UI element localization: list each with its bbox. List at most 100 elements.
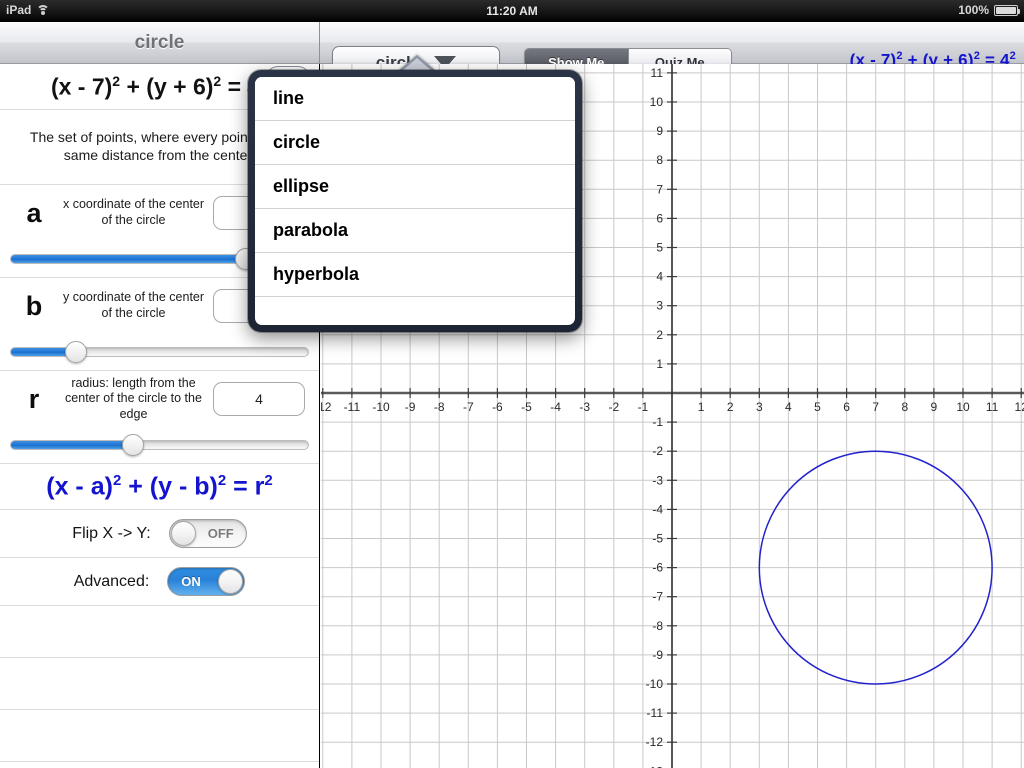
svg-text:-5: -5 (652, 532, 663, 546)
svg-text:-4: -4 (550, 400, 561, 414)
svg-text:-3: -3 (579, 400, 590, 414)
svg-text:-7: -7 (463, 400, 474, 414)
battery-icon (994, 4, 1020, 16)
svg-text:-10: -10 (646, 677, 664, 691)
battery-percent-label: 100% (958, 3, 989, 17)
svg-text:-9: -9 (405, 400, 416, 414)
svg-text:3: 3 (756, 400, 763, 414)
svg-text:-11: -11 (344, 400, 361, 414)
parameter-b-slider[interactable] (0, 334, 319, 370)
svg-text:-5: -5 (521, 400, 532, 414)
svg-text:-13: -13 (646, 764, 664, 768)
panel-equation-part2: + (y + 6) (120, 73, 214, 100)
svg-text:9: 9 (656, 124, 663, 138)
parameter-r-slider-knob[interactable] (121, 434, 144, 456)
parameter-r-letter: r (28, 383, 40, 414)
flip-xy-toggle-thumb (170, 521, 196, 546)
parameter-r-header: r radius: length from the center of the … (0, 371, 319, 427)
svg-text:-12: -12 (646, 735, 664, 749)
parameter-b-description: y coordinate of the center of the circle (62, 290, 205, 320)
shape-option-parabola[interactable]: parabola (255, 209, 575, 253)
general-formula-part3: = r (226, 472, 265, 501)
advanced-toggle-thumb (218, 569, 244, 594)
svg-text:-6: -6 (492, 400, 503, 414)
svg-text:2: 2 (727, 400, 734, 414)
svg-text:-8: -8 (652, 619, 663, 633)
panel-empty-row-1 (0, 606, 319, 658)
svg-text:-10: -10 (372, 400, 390, 414)
parameter-a-slider-fill (11, 255, 246, 263)
svg-text:-1: -1 (652, 415, 663, 429)
svg-text:-3: -3 (652, 473, 663, 487)
parameter-r-description: radius: length from the center of the ci… (65, 375, 202, 421)
svg-text:4: 4 (656, 270, 663, 284)
shape-option-ellipse[interactable]: ellipse (255, 165, 575, 209)
status-bar-right: 100% (958, 3, 1020, 17)
advanced-row: Advanced: ON (0, 558, 319, 606)
general-formula-row: (x - a)2 + (y - b)2 = r2 (0, 464, 319, 510)
svg-text:11: 11 (986, 400, 999, 414)
app-root: iPad 11:20 AM 100% circle circle Show Me… (0, 0, 1024, 768)
svg-text:10: 10 (956, 400, 970, 414)
parameter-b-letter: b (25, 290, 43, 321)
svg-text:1: 1 (656, 357, 663, 371)
svg-text:2: 2 (656, 328, 663, 342)
svg-text:4: 4 (785, 400, 792, 414)
parameter-r-slider[interactable] (0, 427, 319, 463)
general-formula: (x - a)2 + (y - b)2 = r2 (46, 471, 273, 501)
parameter-b-slider-knob[interactable] (65, 341, 88, 363)
flip-xy-label: Flip X -> Y: (72, 524, 151, 542)
svg-text:9: 9 (931, 400, 938, 414)
svg-text:11: 11 (651, 66, 664, 80)
shape-option-circle[interactable]: circle (255, 121, 575, 165)
svg-text:6: 6 (656, 211, 663, 225)
svg-text:8: 8 (656, 153, 663, 167)
svg-text:1: 1 (698, 400, 705, 414)
svg-text:7: 7 (872, 400, 879, 414)
panel-empty-row-3 (0, 710, 319, 762)
status-bar: iPad 11:20 AM 100% (0, 0, 1024, 22)
svg-text:7: 7 (656, 182, 663, 196)
svg-text:3: 3 (656, 299, 663, 313)
parameter-r-slider-fill (11, 441, 133, 449)
svg-text:-8: -8 (434, 400, 445, 414)
advanced-label: Advanced: (73, 572, 150, 590)
svg-text:-11: -11 (647, 706, 664, 720)
shape-popover-list: line circle ellipse parabola hyperbola (255, 77, 575, 325)
parameter-b-slider-track[interactable] (10, 341, 309, 363)
svg-text:6: 6 (843, 400, 850, 414)
flip-xy-row: Flip X -> Y: OFF (0, 510, 319, 558)
svg-text:-4: -4 (652, 502, 663, 516)
parameter-a-letter: a (26, 197, 42, 228)
svg-text:12: 12 (1015, 400, 1024, 414)
panel-header: circle (0, 22, 320, 64)
svg-text:-7: -7 (652, 590, 663, 604)
general-formula-part1: (x - a) (46, 472, 113, 501)
svg-text:-9: -9 (652, 648, 663, 662)
svg-text:-2: -2 (652, 444, 663, 458)
flip-xy-toggle[interactable]: OFF (168, 519, 247, 548)
svg-text:8: 8 (901, 400, 908, 414)
panel-equation-part1: (x - 7) (50, 73, 113, 100)
flip-xy-toggle-state: OFF (207, 526, 234, 541)
parameter-row-r: r radius: length from the center of the … (0, 371, 319, 464)
svg-text:-1: -1 (638, 400, 649, 414)
shape-popover[interactable]: line circle ellipse parabola hyperbola (248, 70, 582, 332)
advanced-toggle-state: ON (181, 574, 201, 589)
top-toolbar: circle circle Show Me Quiz Me (x - 7)2 +… (0, 22, 1024, 79)
status-bar-clock: 11:20 AM (486, 4, 538, 18)
svg-text:5: 5 (656, 241, 663, 255)
svg-text:-6: -6 (652, 561, 663, 575)
shape-option-line[interactable]: line (255, 77, 575, 121)
parameter-a-description: x coordinate of the center of the circle (62, 197, 205, 227)
panel-empty-row-2 (0, 658, 319, 710)
shape-option-hyperbola[interactable]: hyperbola (255, 253, 575, 297)
panel-equation: (x - 7)2 + (y + 6)2 = 42 (50, 72, 268, 100)
svg-text:-2: -2 (608, 400, 619, 414)
parameter-r-input[interactable]: 4 (213, 382, 305, 416)
advanced-toggle[interactable]: ON (167, 567, 246, 596)
svg-text:-12: -12 (321, 400, 332, 414)
parameter-r-slider-track[interactable] (10, 434, 309, 456)
svg-text:10: 10 (650, 95, 664, 109)
general-formula-part2: + (y - b) (121, 472, 218, 501)
